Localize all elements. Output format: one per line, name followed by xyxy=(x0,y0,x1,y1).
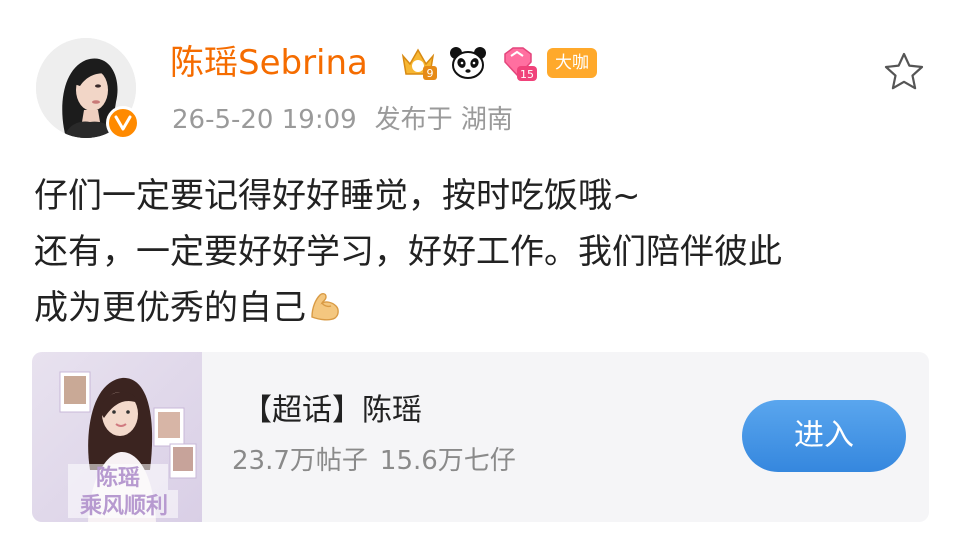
topic-cover-image: 陈瑶 乘风顺利 xyxy=(32,352,202,522)
crown-level-number: 9 xyxy=(427,67,434,80)
post-line-2: 还有，一定要好好学习，好好工作。我们陪伴彼此 xyxy=(34,232,782,272)
topic-posts-count: 23.7万帖子 xyxy=(232,446,368,476)
author-name[interactable]: 陈瑶Sebrina xyxy=(170,40,368,86)
flexed-biceps-icon xyxy=(311,293,339,321)
cover-title-line1: 陈瑶 xyxy=(96,465,140,491)
post-line-3: 成为更优秀的自己 xyxy=(34,280,934,336)
topic-title: 【超话】陈瑶 xyxy=(242,393,422,428)
star-icon xyxy=(884,52,924,90)
enter-topic-button[interactable]: 进入 xyxy=(742,400,906,472)
author-avatar[interactable] xyxy=(36,38,140,140)
author-badges: 9 15 大咖 xyxy=(397,42,597,84)
crown-level-9-icon[interactable]: 9 xyxy=(397,42,439,84)
dake-tag[interactable]: 大咖 xyxy=(547,48,597,78)
post-location: 发布于 湖南 xyxy=(374,105,513,135)
post-content: 仔们一定要记得好好睡觉，按时吃饭哦~ 还有，一定要好好学习，好好工作。我们陪伴彼… xyxy=(34,168,934,336)
heart-level-15-icon[interactable]: 15 xyxy=(497,42,539,84)
topic-followers-count: 15.6万七仔 xyxy=(379,446,516,476)
super-topic-card[interactable]: 陈瑶 乘风顺利 【超话】陈瑶 23.7万帖子 15.6万七仔 进入 xyxy=(32,352,929,522)
post-line-3-text: 成为更优秀的自己 xyxy=(34,288,306,328)
post-date: 26-5-20 19:09 xyxy=(172,105,357,135)
bottom-spacer xyxy=(0,522,960,558)
favorite-star-button[interactable] xyxy=(880,48,928,96)
heart-level-number: 15 xyxy=(520,68,534,81)
verified-v-icon xyxy=(106,106,140,140)
panda-icon[interactable] xyxy=(447,42,489,84)
cover-title-line2: 乘风顺利 xyxy=(79,494,168,519)
post-line-1: 仔们一定要记得好好睡觉，按时吃饭哦~ xyxy=(34,176,641,216)
post-meta: 26-5-20 19:09 发布于 湖南 xyxy=(172,100,513,140)
weibo-post: 陈瑶Sebrina 9 15 大咖 26-5-20 19:09 发布于 湖南 仔… xyxy=(0,0,960,558)
topic-stats: 23.7万帖子 15.6万七仔 xyxy=(232,442,516,480)
